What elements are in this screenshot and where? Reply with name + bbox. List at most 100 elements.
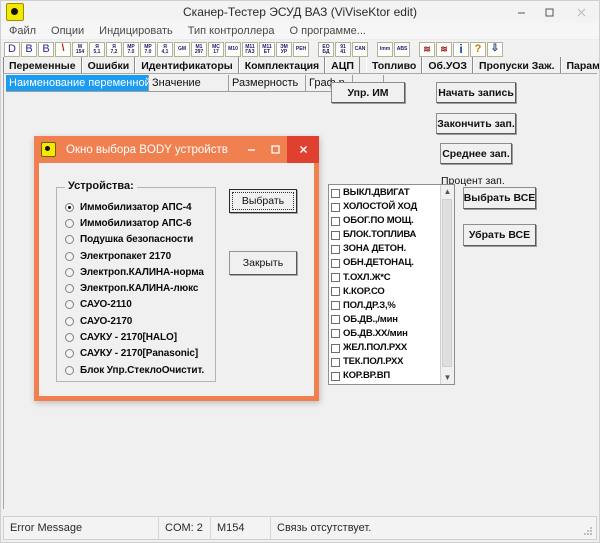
save-file-button[interactable]: B [38, 42, 54, 57]
controller-91-41-button[interactable]: 91 41 [335, 42, 351, 57]
checkbox-icon[interactable] [331, 244, 340, 254]
start-record-button[interactable]: Начать запись [436, 82, 516, 103]
device-radio-item[interactable]: Иммобилизатор АПС-4 [57, 199, 215, 215]
device-radio-item[interactable]: САУКУ - 2170[Panasonic] [57, 346, 215, 362]
checkbox-icon[interactable] [331, 371, 340, 381]
grid-header-2[interactable]: Размерность [229, 75, 306, 92]
controller-mp70-button[interactable]: МР 7.0 [123, 42, 139, 57]
tab-7[interactable]: Пропуски Заж. [472, 57, 561, 73]
checkbox-icon[interactable] [331, 357, 340, 367]
open-file-button[interactable]: B [21, 42, 37, 57]
variable-list-item[interactable]: ОБОГ.ПО МОЩ. [330, 214, 440, 228]
tab-2[interactable]: Идентификаторы [135, 57, 239, 73]
checkbox-icon[interactable] [331, 315, 340, 325]
variable-list-item[interactable]: ХОЛОСТОЙ ХОД [330, 200, 440, 214]
variable-list-item[interactable]: БЛОК.ТОПЛИВА [330, 228, 440, 242]
help-button[interactable]: ? [470, 42, 486, 57]
imm-button[interactable]: Imm [377, 42, 393, 57]
radio-button-icon[interactable] [65, 251, 74, 261]
settings-wrench-button[interactable]: \ [55, 42, 71, 57]
can-bus-button[interactable]: CAN [352, 42, 368, 57]
clear-all-button[interactable]: Убрать ВСЕ [463, 224, 536, 246]
exit-button[interactable]: ⇩ [487, 42, 503, 57]
device-radio-item[interactable]: САУКУ - 2170[HALO] [57, 329, 215, 345]
controller-eобd-button[interactable]: ЕО БД [318, 42, 334, 57]
chart-view-button[interactable]: ≋ [419, 42, 435, 57]
radio-button-icon[interactable] [65, 365, 74, 375]
device-radio-item[interactable]: САУО-2110 [57, 297, 215, 313]
variable-list-item[interactable]: УОЗ, п.к.в. [330, 383, 440, 384]
chart-view2-button[interactable]: ≋ [436, 42, 452, 57]
variable-list-item[interactable]: ОБН.ДЕТОНАЦ. [330, 256, 440, 270]
variable-list-item[interactable]: ВЫКЛ.ДВИГАТ [330, 186, 440, 200]
variable-list-item[interactable]: ОБ.ДВ.,/мин [330, 313, 440, 327]
radio-button-icon[interactable] [65, 202, 74, 212]
menu-item-options[interactable]: Опции [51, 25, 84, 37]
variable-list-item[interactable]: ТЕК.ПОЛ.РХХ [330, 355, 440, 369]
controller-m154-button[interactable]: М 154 [72, 42, 88, 57]
controller-m11-gaz-button[interactable]: М11 ГАЗ [242, 42, 258, 57]
variable-list-item[interactable]: ЗОНА ДЕТОН. [330, 242, 440, 256]
controller-gm-button[interactable]: GM [174, 42, 190, 57]
device-radio-item[interactable]: Иммобилизатор АПС-6 [57, 215, 215, 231]
device-radio-item[interactable]: Электроп.КАЛИНА-люкс [57, 280, 215, 296]
new-file-button[interactable]: D [4, 42, 20, 57]
dialog-minimize-button[interactable] [239, 136, 263, 163]
device-radio-item[interactable]: Подушка безопасности [57, 232, 215, 248]
checkbox-icon[interactable] [331, 216, 340, 226]
maximize-button[interactable] [535, 1, 563, 23]
abs-button[interactable]: ABS [394, 42, 410, 57]
device-radio-item[interactable]: Блок Упр.СтеклоОчистит. [57, 362, 215, 378]
controller-ya51-button[interactable]: Я 5,1 [89, 42, 105, 57]
minimize-button[interactable] [507, 1, 535, 23]
resize-grip-icon[interactable] [581, 524, 595, 538]
radio-button-icon[interactable] [65, 333, 74, 343]
controller-mp70b-button[interactable]: МР 7.0 [140, 42, 156, 57]
checkbox-icon[interactable] [331, 287, 340, 297]
checkbox-icon[interactable] [331, 188, 340, 198]
radio-button-icon[interactable] [65, 284, 74, 294]
scrollbar-thumb[interactable] [442, 199, 452, 367]
controller-ya72-button[interactable]: Я 7,2 [106, 42, 122, 57]
dialog-maximize-button[interactable] [263, 136, 287, 163]
grid-header-0[interactable]: Наименование переменной [6, 75, 151, 92]
device-radio-item[interactable]: САУО-2170 [57, 313, 215, 329]
variable-list-item[interactable]: Т.ОХЛ.Ж*С [330, 271, 440, 285]
upr-im-button[interactable]: Упр. ИМ [331, 82, 405, 103]
close-button[interactable] [563, 1, 599, 23]
tab-5[interactable]: Топливо [365, 57, 423, 73]
tab-3[interactable]: Комплектация [238, 57, 326, 73]
radio-button-icon[interactable] [65, 235, 74, 245]
controller-mc17-button[interactable]: МС 17 [208, 42, 224, 57]
variable-list-item[interactable]: ОБ.ДВ.ХХ/мин [330, 327, 440, 341]
controller-em-up-button[interactable]: ЭМ УР [276, 42, 292, 57]
controller-ya41-button[interactable]: Я 4,1 [157, 42, 173, 57]
stop-record-button[interactable]: Закончить зап. [436, 113, 516, 134]
device-radio-item[interactable]: Электроп.КАЛИНА-норма [57, 264, 215, 280]
tab-8[interactable]: Парам.Экспл. [560, 57, 599, 73]
dialog-close-button[interactable] [287, 136, 319, 163]
variable-list[interactable]: ВЫКЛ.ДВИГАТ ХОЛОСТОЙ ХОД ОБОГ.ПО МОЩ. БЛОК.… [328, 184, 455, 385]
controller-m11-et-button[interactable]: М11 ЕТ [259, 42, 275, 57]
controller-m1-297-button[interactable]: М1 297 [191, 42, 207, 57]
radio-button-icon[interactable] [65, 349, 74, 359]
checkbox-icon[interactable] [331, 329, 340, 339]
dialog-select-button[interactable]: Выбрать [229, 189, 297, 213]
checkbox-icon[interactable] [331, 202, 340, 212]
grid-header-1[interactable]: Значение [149, 75, 229, 92]
checkbox-icon[interactable] [331, 230, 340, 240]
average-record-button[interactable]: Среднее зап. [440, 143, 512, 164]
tab-4[interactable]: АЦП [325, 57, 360, 73]
tab-1[interactable]: Ошибки [81, 57, 136, 73]
variable-list-scrollbar[interactable]: ▲ ▼ [440, 185, 454, 384]
scroll-down-icon[interactable]: ▼ [441, 371, 454, 384]
menu-item-controller-type[interactable]: Тип контроллера [188, 25, 275, 37]
variable-list-item[interactable]: К.КОР.СО [330, 285, 440, 299]
select-all-button[interactable]: Выбрать ВСЕ [463, 187, 536, 209]
menu-item-file[interactable]: Файл [9, 25, 36, 37]
checkbox-icon[interactable] [331, 273, 340, 283]
scroll-up-icon[interactable]: ▲ [441, 185, 454, 198]
dialog-close-action-button[interactable]: Закрыть [229, 251, 297, 275]
radio-button-icon[interactable] [65, 300, 74, 310]
checkbox-icon[interactable] [331, 301, 340, 311]
